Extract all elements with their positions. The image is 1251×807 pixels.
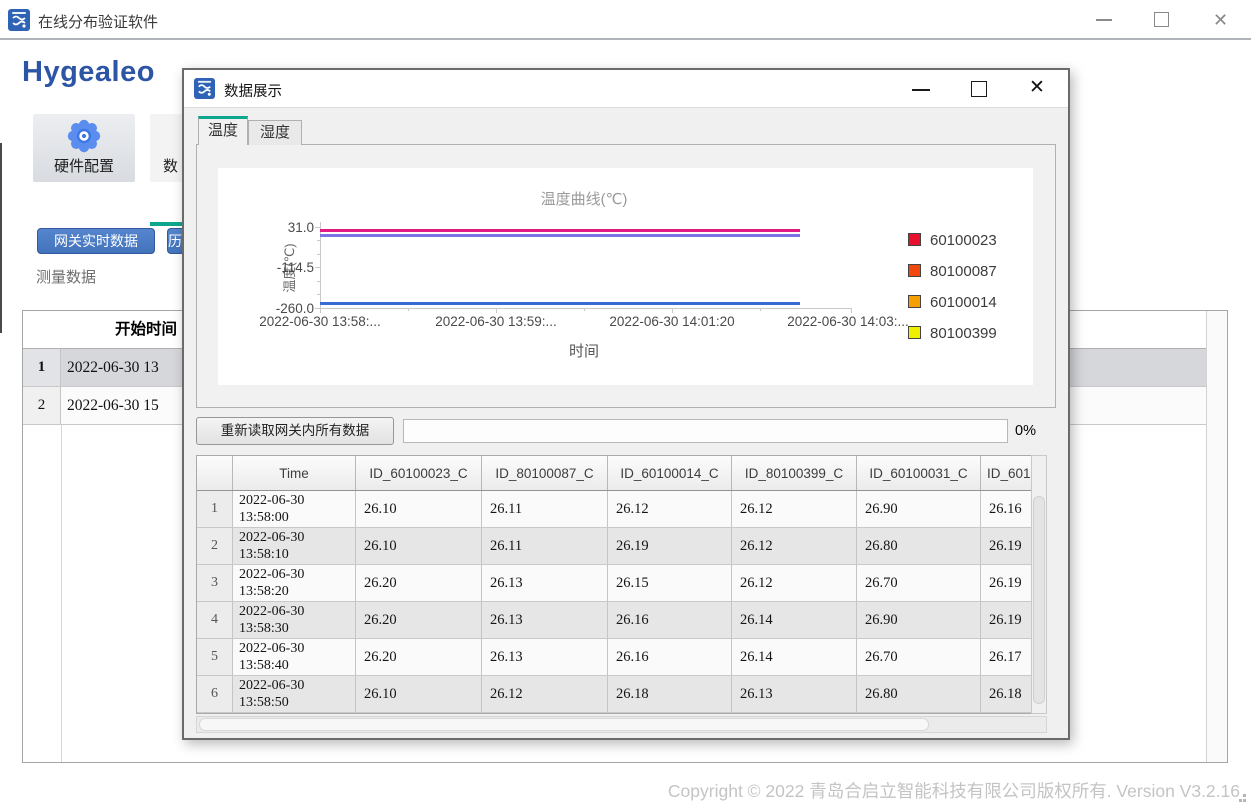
table-row[interactable]: 2 2022-06-30 13:58:10 26.10 26.11 26.19 … [197,528,1034,565]
legend-swatch [908,233,921,246]
y-tick: 31.0 [248,220,314,235]
x-axis-line [320,308,852,309]
hardware-config-label: 硬件配置 [33,155,135,176]
scrollbar-thumb[interactable] [199,718,929,731]
dialog-maximize-icon[interactable] [971,81,987,97]
reload-gateway-data-button[interactable]: 重新读取网关内所有数据 [196,417,394,445]
series-line-purple [320,234,800,237]
chart-title: 温度曲线(℃) [384,188,784,209]
temperature-chart: 温度曲线(℃) 温度(℃) 31.0 -114.5 -260.0 [218,168,1033,385]
dialog-minimize-icon[interactable] [912,89,930,91]
legend-swatch [908,295,921,308]
copyright-footer: Copyright © 2022 青岛合启立智能科技有限公司版权所有. Vers… [0,778,1240,803]
legend-swatch [908,264,921,277]
measure-data-label: 测量数据 [36,266,96,287]
main-table-scrollbar[interactable] [1206,311,1227,762]
active-tab-underline [150,222,182,226]
app-logo-icon [8,9,30,31]
column-divider [61,425,62,762]
series-line-blue [320,302,800,305]
history-button-partial[interactable]: 历 [167,228,182,254]
col-time: Time [233,456,356,490]
screen-edge-artifact [0,143,2,333]
main-window-title: 在线分布验证软件 [38,11,158,32]
dialog-titlebar: 数据展示 ✕ [184,70,1068,108]
x-tick: 2022-06-30 14:01:20 [584,314,760,329]
app-window: 在线分布验证软件 ✕ Hygealeo 硬件配置 数 网关实时数据 历 测量数据… [0,0,1251,807]
series-line-magenta [320,229,800,232]
brand-logo: Hygealeo [22,56,155,89]
table-vertical-scrollbar[interactable] [1031,455,1047,714]
x-axis-label: 时间 [534,340,634,361]
hardware-config-button[interactable]: 硬件配置 [33,114,135,182]
tab-data-display-partial[interactable]: 数 [150,114,182,182]
dialog-close-icon[interactable]: ✕ [1029,78,1045,97]
minimize-icon[interactable] [1096,19,1112,21]
col-sensor: ID_60100031_C [857,456,981,490]
table-horizontal-scrollbar[interactable] [196,716,1047,733]
gateway-realtime-button[interactable]: 网关实时数据 [37,228,155,254]
table-row[interactable]: 1 2022-06-30 13:58:00 26.10 26.11 26.12 … [197,491,1034,528]
tab-humidity[interactable]: 湿度 [248,120,302,145]
dialog-app-icon [194,78,215,99]
col-sensor: ID_60100023_C [356,456,482,490]
tab-temperature[interactable]: 温度 [198,116,248,145]
table-row[interactable]: 4 2022-06-30 13:58:30 26.20 26.13 26.16 … [197,602,1034,639]
progress-bar [403,419,1008,443]
flower-gear-icon [66,118,102,154]
sensor-table-header: Time ID_60100023_C ID_80100087_C ID_6010… [197,456,1034,491]
maximize-icon[interactable] [1154,12,1169,27]
table-row[interactable]: 3 2022-06-30 13:58:20 26.20 26.13 26.15 … [197,565,1034,602]
table-row[interactable]: 6 2022-06-30 13:58:50 26.10 26.12 26.18 … [197,676,1034,713]
scrollbar-thumb[interactable] [1033,496,1045,704]
close-icon[interactable]: ✕ [1213,11,1228,29]
sensor-data-table: Time ID_60100023_C ID_80100087_C ID_6010… [196,455,1035,714]
x-tick: 2022-06-30 13:59:... [408,314,584,329]
col-sensor: ID_60100014_C [608,456,732,490]
table-row[interactable]: 5 2022-06-30 13:58:40 26.20 26.13 26.16 … [197,639,1034,676]
col-sensor: ID_80100087_C [482,456,608,490]
col-sensor-clipped: ID_6010 [981,456,1032,490]
legend-swatch [908,326,921,339]
main-titlebar: 在线分布验证软件 ✕ [0,0,1251,40]
col-sensor: ID_80100399_C [732,456,857,490]
data-display-dialog: 数据展示 ✕ 温度 湿度 温度曲线(℃) 温度(℃) 31.0 -114.5 -… [182,68,1070,740]
dialog-title: 数据展示 [224,80,282,101]
x-tick: 2022-06-30 13:58:... [232,314,408,329]
y-tick: -114.5 [248,260,314,275]
progress-percent: 0% [1015,423,1036,439]
